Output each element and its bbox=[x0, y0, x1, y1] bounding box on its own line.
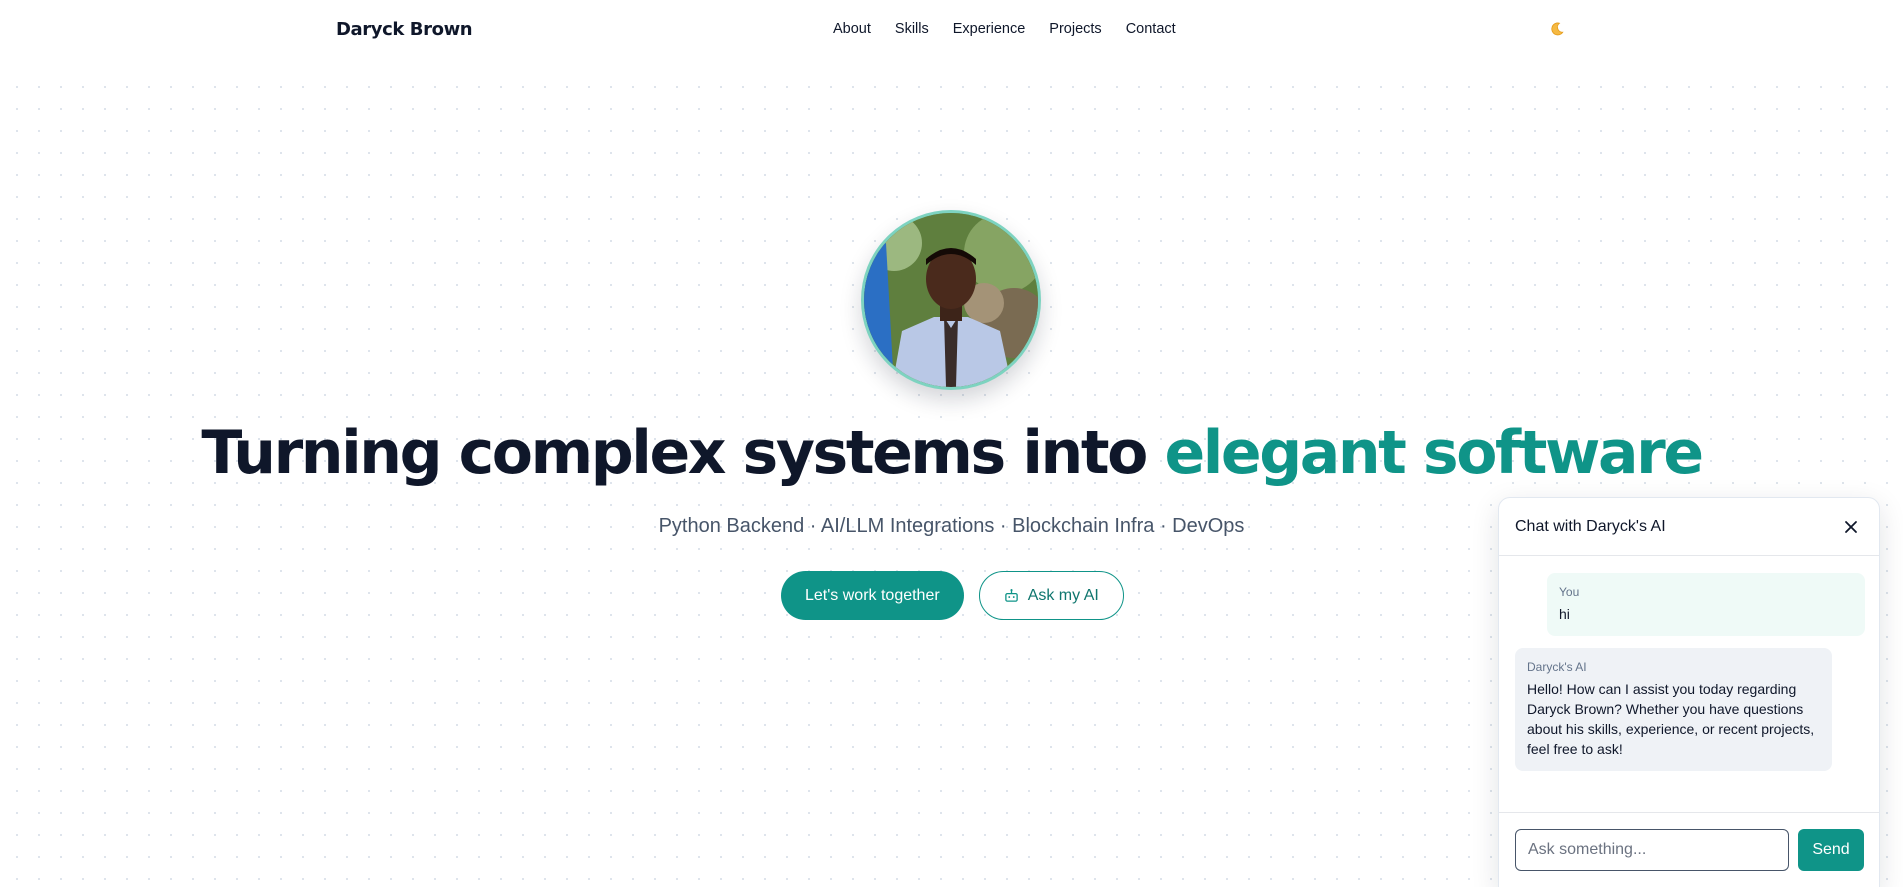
headline-main-text: Turning complex systems into bbox=[201, 418, 1165, 488]
chat-message-user: You hi bbox=[1547, 573, 1865, 636]
nav-link-contact[interactable]: Contact bbox=[1126, 21, 1176, 37]
message-sender: Daryck's AI bbox=[1527, 660, 1587, 674]
chat-input-bar: Send bbox=[1499, 812, 1879, 887]
chat-widget: Chat with Daryck's AI You hi Daryck's AI… bbox=[1498, 497, 1880, 887]
message-sender: You bbox=[1559, 585, 1580, 599]
message-text: hi bbox=[1559, 606, 1570, 622]
chat-close-button[interactable] bbox=[1839, 515, 1863, 539]
nav-links: About Skills Experience Projects Contact bbox=[833, 21, 1176, 37]
hero-cta-row: Let's work together Ask my AI bbox=[781, 571, 1124, 620]
nav-link-skills[interactable]: Skills bbox=[895, 21, 929, 37]
chat-input[interactable] bbox=[1515, 829, 1789, 871]
nav-link-experience[interactable]: Experience bbox=[953, 21, 1026, 37]
moon-icon bbox=[1551, 22, 1564, 36]
robot-icon bbox=[1004, 589, 1018, 602]
headline-accent-text: elegant software bbox=[1164, 418, 1704, 488]
close-icon bbox=[1845, 520, 1857, 533]
message-text: Hello! How can I assist you today regard… bbox=[1527, 681, 1815, 757]
brand-logo[interactable]: Daryck Brown bbox=[336, 19, 473, 40]
chat-header: Chat with Daryck's AI bbox=[1499, 498, 1879, 556]
hero-headline: Turning complex systems into elegant sof… bbox=[0, 418, 1903, 488]
chat-message-ai: Daryck's AI Hello! How can I assist you … bbox=[1515, 648, 1832, 771]
ask-ai-button[interactable]: Ask my AI bbox=[978, 571, 1124, 620]
work-together-button[interactable]: Let's work together bbox=[781, 571, 964, 620]
theme-toggle-button[interactable] bbox=[1546, 18, 1568, 40]
nav-link-about[interactable]: About bbox=[833, 21, 871, 37]
profile-avatar bbox=[861, 210, 1041, 390]
send-button[interactable]: Send bbox=[1798, 829, 1864, 871]
nav-link-projects[interactable]: Projects bbox=[1049, 21, 1101, 37]
top-navbar: Daryck Brown About Skills Experience Pro… bbox=[0, 0, 1903, 62]
ask-ai-label: Ask my AI bbox=[1027, 586, 1099, 604]
chat-title: Chat with Daryck's AI bbox=[1515, 517, 1666, 535]
